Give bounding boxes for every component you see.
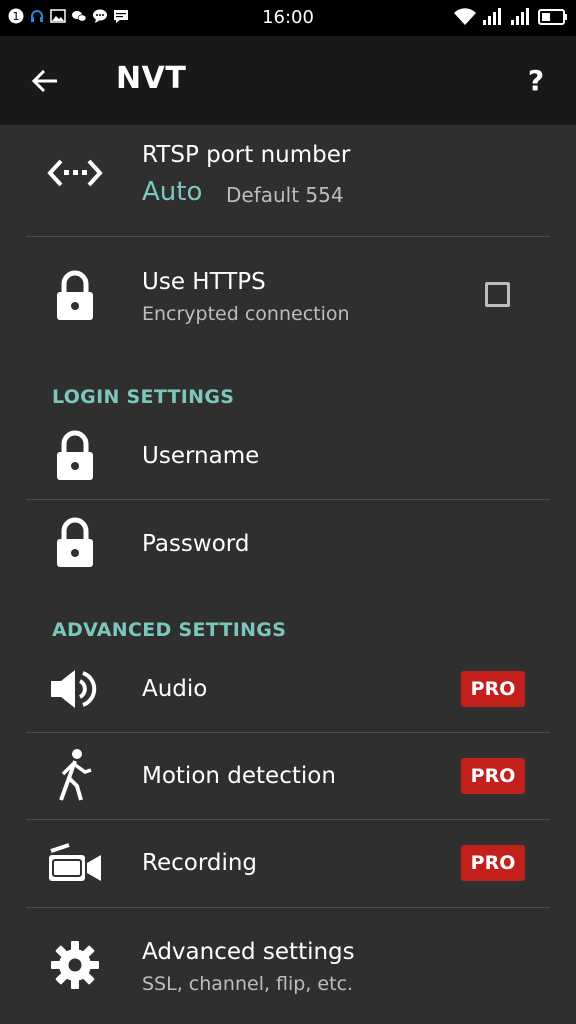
audio-row[interactable]: Audio PRO [0,646,576,732]
speaker-icon [40,664,110,714]
network-arrows-icon [40,147,110,199]
recording-label: Recording [142,850,258,876]
back-button[interactable] [22,58,68,104]
rtsp-port-value: Auto [142,177,203,207]
motion-detection-row[interactable]: Motion detection PRO [0,733,576,819]
rtsp-port-title: RTSP port number [142,142,351,168]
password-label: Password [142,531,250,557]
advanced-settings-subtitle: SSL, channel, flip, etc. [142,973,354,995]
lock-icon [40,429,110,483]
motion-detection-label: Motion detection [142,763,336,789]
signal-icon-2 [511,8,529,25]
password-row[interactable]: Password [0,500,576,588]
audio-label: Audio [142,676,208,702]
https-subtitle: Encrypted connection [142,303,350,325]
help-button[interactable]: ? [516,58,556,104]
https-checkbox[interactable] [485,282,510,307]
pro-badge: PRO [461,671,525,707]
status-bar: 1 16:00 [0,0,576,36]
advanced-settings-row[interactable]: Advanced settings SSL, channel, flip, et… [0,908,576,1024]
walking-person-icon [40,748,110,802]
lock-icon [40,267,110,325]
video-camera-icon [40,840,110,886]
battery-icon [538,9,567,25]
username-label: Username [142,443,260,469]
rtsp-port-default: Default 554 [226,183,344,207]
wifi-icon [454,8,476,25]
app-bar: NVT ? [0,36,576,125]
signal-icon-1 [483,8,501,25]
https-title: Use HTTPS [142,269,266,295]
login-settings-header: LOGIN SETTINGS [52,386,235,408]
arrow-left-icon [31,69,57,93]
rtsp-port-row[interactable]: RTSP port number Auto Default 554 [0,125,576,236]
advanced-settings-header: ADVANCED SETTINGS [52,619,287,641]
pro-badge: PRO [461,845,525,881]
gear-icon [40,938,110,992]
page-title: NVT [116,61,187,96]
lock-icon [40,516,110,570]
username-row[interactable]: Username [0,413,576,499]
advanced-settings-title: Advanced settings [142,939,355,965]
recording-row[interactable]: Recording PRO [0,820,576,907]
status-right-icons [454,8,568,26]
pro-badge: PRO [461,758,525,794]
